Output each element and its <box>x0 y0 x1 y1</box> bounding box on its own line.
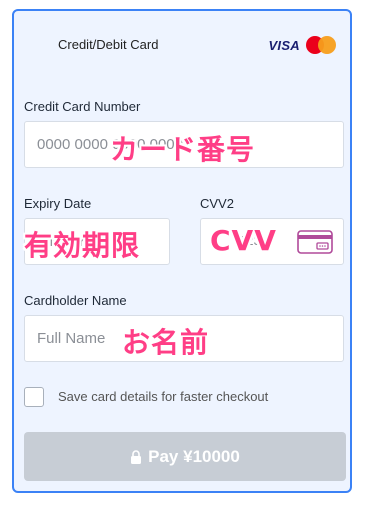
save-card-label[interactable]: Save card details for faster checkout <box>58 389 268 404</box>
expiry-date-overlay-label: 有効期限 <box>24 229 141 262</box>
save-card-checkbox[interactable] <box>24 387 44 407</box>
card-brand-logos: VISA <box>268 36 336 54</box>
cvv-card-icon <box>297 230 333 254</box>
payment-method-title: Credit/Debit Card <box>58 37 159 52</box>
lock-icon <box>131 449 142 464</box>
payment-card-panel: Credit/Debit Card VISA Credit Card Numbe… <box>12 9 352 493</box>
payment-method-header: Credit/Debit Card VISA <box>14 35 350 55</box>
card-number-overlay-label: カード番号 <box>110 133 256 166</box>
cvv-label: CVV2 <box>200 196 234 211</box>
visa-logo: VISA <box>268 37 300 53</box>
mastercard-logo <box>306 36 336 54</box>
expiry-date-label: Expiry Date <box>24 196 92 211</box>
cardholder-name-label: Cardholder Name <box>24 293 127 308</box>
pay-button-label: Pay ¥10000 <box>148 446 240 466</box>
cardholder-name-overlay-label: お名前 <box>122 326 210 359</box>
pay-button[interactable]: Pay ¥10000 <box>24 432 346 481</box>
cardholder-name-placeholder: Full Name <box>37 330 106 347</box>
card-number-label: Credit Card Number <box>24 99 141 114</box>
cvv-overlay-label: CVV <box>210 224 277 257</box>
